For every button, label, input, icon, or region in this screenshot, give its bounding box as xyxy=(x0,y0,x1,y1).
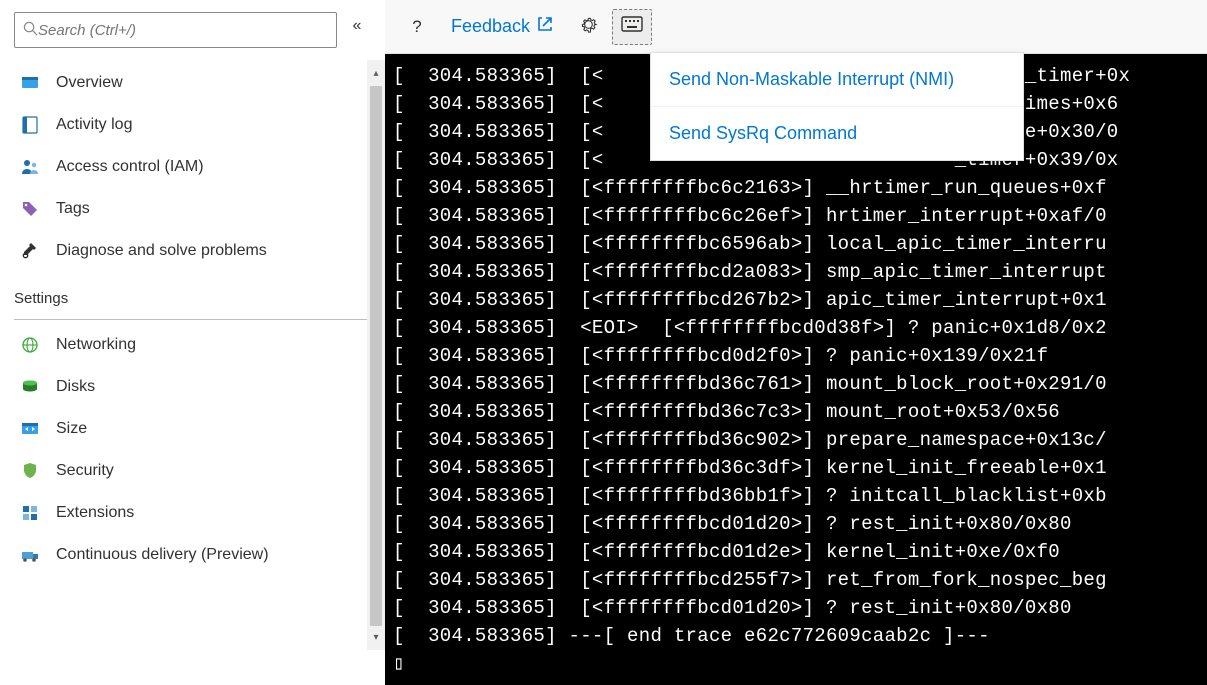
sidebar-item-label: Security xyxy=(56,462,114,480)
activity-log-icon xyxy=(20,115,40,135)
sidebar-item-label: Disks xyxy=(56,378,95,396)
dropdown-item-sysrq[interactable]: Send SysRq Command xyxy=(651,106,1023,160)
sidebar-item-label: Size xyxy=(56,420,87,438)
sidebar-scrollbar[interactable]: ▴ ▾ xyxy=(367,60,385,650)
sidebar-item-disks[interactable]: Disks xyxy=(0,366,383,408)
sidebar-item-extensions[interactable]: Extensions xyxy=(0,492,383,534)
sidebar-item-label: Activity log xyxy=(56,116,132,134)
scroll-up-icon: ▴ xyxy=(367,64,385,82)
command-dropdown: Send Non-Maskable Interrupt (NMI) Send S… xyxy=(650,52,1024,161)
disks-icon xyxy=(20,377,40,397)
sidebar-item-label: Tags xyxy=(56,200,90,218)
shield-icon xyxy=(20,461,40,481)
continuous-delivery-icon xyxy=(20,545,40,565)
scroll-down-icon: ▾ xyxy=(367,628,385,646)
external-link-icon xyxy=(536,15,554,38)
toolbar: ? Feedback Send Non-Maskable Interrupt (… xyxy=(385,0,1207,54)
settings-section-header: Settings xyxy=(0,272,383,315)
dropdown-item-nmi[interactable]: Send Non-Maskable Interrupt (NMI) xyxy=(651,53,1023,106)
tag-icon xyxy=(20,199,40,219)
sidebar-item-continuous-delivery[interactable]: Continuous delivery (Preview) xyxy=(0,534,383,576)
sidebar-item-overview[interactable]: Overview xyxy=(0,62,383,104)
gear-icon xyxy=(579,15,598,39)
sidebar-item-access-control[interactable]: Access control (IAM) xyxy=(0,146,383,188)
sidebar-item-label: Continuous delivery (Preview) xyxy=(56,546,269,564)
sidebar-item-label: Diagnose and solve problems xyxy=(56,242,267,260)
sidebar-item-activity-log[interactable]: Activity log xyxy=(0,104,383,146)
settings-button[interactable] xyxy=(570,9,606,45)
search-input[interactable] xyxy=(38,22,328,39)
sidebar: « Overview Activity log Access control (… xyxy=(0,0,385,685)
feedback-label: Feedback xyxy=(451,16,530,37)
search-icon xyxy=(23,21,38,39)
chevron-double-left-icon: « xyxy=(353,17,362,35)
sidebar-item-size[interactable]: Size xyxy=(0,408,383,450)
networking-icon xyxy=(20,335,40,355)
size-icon xyxy=(20,419,40,439)
sidebar-item-label: Access control (IAM) xyxy=(56,158,204,176)
main-area: ? Feedback Send Non-Maskable Interrupt (… xyxy=(385,0,1207,685)
sidebar-item-tags[interactable]: Tags xyxy=(0,188,383,230)
help-button[interactable]: ? xyxy=(399,9,435,45)
scrollbar-thumb[interactable] xyxy=(370,86,382,626)
diagnose-icon xyxy=(20,241,40,261)
sidebar-menu: Overview Activity log Access control (IA… xyxy=(0,62,385,685)
sidebar-item-diagnose[interactable]: Diagnose and solve problems xyxy=(0,230,383,272)
sidebar-item-security[interactable]: Security xyxy=(0,450,383,492)
collapse-sidebar-button[interactable]: « xyxy=(343,12,371,40)
question-icon: ? xyxy=(412,17,421,37)
sidebar-item-label: Networking xyxy=(56,336,136,354)
access-control-icon xyxy=(20,157,40,177)
feedback-link[interactable]: Feedback xyxy=(441,9,564,45)
extensions-icon xyxy=(20,503,40,523)
sidebar-item-networking[interactable]: Networking xyxy=(0,324,383,366)
keyboard-button[interactable] xyxy=(612,9,652,45)
search-box[interactable] xyxy=(14,12,337,48)
keyboard-icon xyxy=(621,16,643,37)
sidebar-item-label: Overview xyxy=(56,74,123,92)
overview-icon xyxy=(20,73,40,93)
sidebar-item-label: Extensions xyxy=(56,504,134,522)
section-separator xyxy=(14,319,369,320)
